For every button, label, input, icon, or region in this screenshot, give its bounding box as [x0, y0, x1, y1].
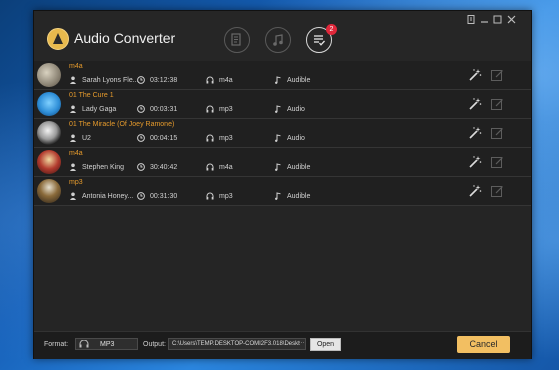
item-title: 01 The Cure 1: [69, 92, 114, 99]
item-author: Stephen King: [82, 164, 125, 171]
item-source: Audible: [287, 77, 311, 84]
item-format: mp3: [219, 193, 233, 200]
headphones-icon: [206, 192, 214, 200]
item-author: Antonia Honey...: [82, 193, 134, 200]
music-note-icon: [275, 192, 281, 200]
list-item[interactable]: 01 The Miracle (Of Joey Ramone) U2 00:04…: [34, 119, 531, 148]
album-cover: [37, 150, 61, 174]
item-author: U2: [82, 135, 91, 142]
format-select[interactable]: MP3: [75, 338, 138, 350]
edit-tags-icon[interactable]: [468, 68, 482, 82]
item-source: Audible: [287, 193, 311, 200]
item-source: Audible: [287, 164, 311, 171]
music-note-icon: [275, 76, 281, 84]
output-path-field[interactable]: C:\Users\TEMP.DESKTOP-COMI2F3.018\Deskt: [168, 338, 306, 350]
music-note-icon: [273, 34, 283, 46]
person-icon: [70, 76, 76, 84]
music-note-icon: [275, 105, 281, 113]
item-title: 01 The Miracle (Of Joey Ramone): [69, 121, 175, 128]
open-file-icon[interactable]: [490, 97, 504, 111]
person-icon: [70, 134, 76, 142]
item-source: Audio: [287, 106, 305, 113]
item-format: mp3: [219, 106, 233, 113]
item-title: mp3: [69, 179, 83, 186]
close-icon[interactable]: [507, 15, 516, 27]
conversion-list: m4a Sarah Lyons Fle... 03:12:38 m4a Audi…: [34, 61, 531, 206]
format-icon: [79, 340, 89, 348]
format-value: MP3: [100, 341, 115, 348]
item-duration: 00:31:30: [150, 193, 178, 200]
person-icon: [70, 192, 76, 200]
app-title: Audio Converter: [74, 30, 176, 46]
item-title: m4a: [69, 63, 83, 70]
music-note-icon: [275, 163, 281, 171]
item-source: Audio: [287, 135, 305, 142]
list-item[interactable]: mp3 Antonia Honey... 00:31:30 mp3 Audibl…: [34, 177, 531, 206]
notification-badge: 2: [326, 24, 337, 35]
open-file-icon[interactable]: [490, 184, 504, 198]
format-label: Format:: [44, 341, 69, 348]
clock-icon: [137, 134, 145, 142]
app-logo-icon: [47, 28, 69, 50]
list-item[interactable]: m4a Stephen King 30:40:42 m4a Audible: [34, 148, 531, 177]
cancel-button[interactable]: Cancel: [457, 336, 510, 353]
item-author: Lady Gaga: [82, 106, 117, 113]
person-icon: [70, 105, 76, 113]
edit-tags-icon[interactable]: [468, 184, 482, 198]
converted-list-button[interactable]: 2: [306, 24, 337, 53]
clock-icon: [137, 105, 145, 113]
headphones-icon: [206, 105, 214, 113]
item-duration: 03:12:38: [150, 77, 178, 84]
edit-tags-icon[interactable]: [468, 97, 482, 111]
open-file-icon[interactable]: [490, 155, 504, 169]
item-title: m4a: [69, 150, 83, 157]
list-item[interactable]: m4a Sarah Lyons Fle... 03:12:38 m4a Audi…: [34, 61, 531, 90]
album-cover: [37, 121, 61, 145]
album-cover: [37, 179, 61, 203]
item-author: Sarah Lyons Fle...: [82, 77, 139, 84]
output-label: Output:: [143, 341, 166, 348]
menu-icon[interactable]: [467, 15, 475, 27]
converted-list-icon: [314, 35, 325, 46]
album-cover: [37, 92, 61, 116]
headphones-icon: [206, 76, 214, 84]
item-format: m4a: [219, 164, 233, 171]
edit-tags-icon[interactable]: [468, 155, 482, 169]
convert-file-button[interactable]: [224, 27, 250, 53]
clock-icon: [137, 76, 145, 84]
album-cover: [37, 63, 61, 87]
clock-icon: [137, 192, 145, 200]
item-duration: 30:40:42: [150, 164, 178, 171]
bottom-bar: Format: MP3 Output: C:\Users\TEMP.DESKTO…: [34, 331, 531, 359]
item-format: m4a: [219, 77, 233, 84]
headphones-icon: [206, 134, 214, 142]
list-item[interactable]: 01 The Cure 1 Lady Gaga 00:03:31 mp3 Aud…: [34, 90, 531, 119]
title-bar: Audio Converter 2: [34, 11, 531, 61]
person-icon: [70, 163, 76, 171]
open-button[interactable]: Open: [310, 338, 341, 351]
open-file-icon[interactable]: [490, 126, 504, 140]
item-duration: 00:03:31: [150, 106, 178, 113]
output-path-value: C:\Users\TEMP.DESKTOP-COMI2F3.018\Deskt: [172, 341, 300, 347]
music-note-icon: [275, 134, 281, 142]
music-button[interactable]: [265, 27, 291, 53]
audio-converter-window: Audio Converter 2 m4a Sarah Lyons Fle...…: [33, 10, 532, 359]
open-file-icon[interactable]: [490, 68, 504, 82]
item-format: mp3: [219, 135, 233, 142]
headphones-icon: [206, 163, 214, 171]
convert-file-icon: [231, 33, 241, 46]
edit-tags-icon[interactable]: [468, 126, 482, 140]
clock-icon: [137, 163, 145, 171]
browse-button[interactable]: ···: [297, 339, 306, 349]
maximize-icon[interactable]: [493, 15, 502, 27]
minimize-icon[interactable]: [480, 15, 489, 27]
item-duration: 00:04:15: [150, 135, 178, 142]
